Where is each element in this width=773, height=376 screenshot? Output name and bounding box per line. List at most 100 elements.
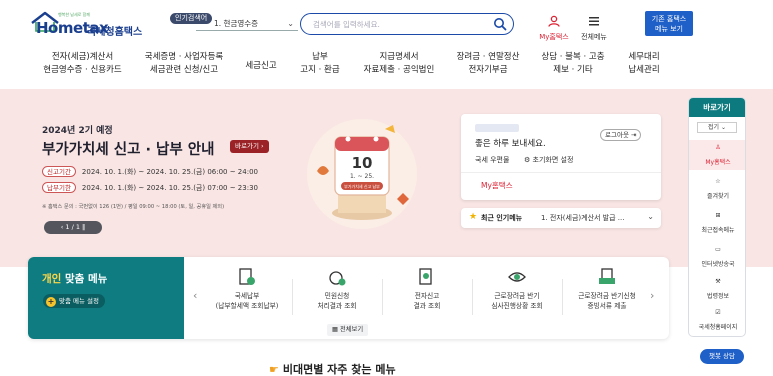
logo-suffix: 국세청홈택스 (87, 27, 143, 38)
section-title-text: 비대면별 자주 찾는 메뉴 (282, 363, 396, 376)
service-sublabel: 처리결과 조회 (317, 302, 357, 310)
hot-menu-label: 최근 인기메뉴 (481, 214, 523, 222)
gnb-sublabel: 전자기부금 (468, 65, 508, 75)
calendar-illustration: 10 1. ~ 25. 부가가치세 신고 납부 (307, 119, 417, 229)
quick-item-label: 국세청홈페이지 (698, 324, 738, 331)
personal-menu-setting-label: 맞춤 메뉴 설정 (59, 297, 100, 305)
hot-menu-item[interactable]: 1. 전자(세금)계산서 발급 ... (541, 213, 624, 223)
hero-kicker: 2024년 2기 예정 (42, 126, 113, 136)
calendar-range: 1. ~ 25. (350, 173, 374, 180)
init-setting-label: 초기화면 설정 (532, 156, 574, 164)
gnb-sublabel: 납세관리 (628, 65, 660, 75)
handshake-icon (508, 272, 526, 282)
my-hometax-label: My홈택스 (539, 33, 569, 41)
logo-tagline: 행복한 납세로 함께 (58, 12, 90, 17)
plus-icon: + (46, 297, 56, 307)
quick-item-label: 최근접속메뉴 (701, 227, 735, 234)
quick-item-nts-homepage[interactable]: ☑ 국세청홈페이지 (689, 309, 745, 331)
quick-item-label: 인터넷방송국 (701, 261, 735, 268)
view-all-label: 전체보기 (339, 326, 364, 333)
old-hometax-button[interactable]: 기존 홈택스 메뉴 보기 (645, 11, 693, 36)
service-incentive-docs[interactable]: 근로장려금 반기신청 증빙서류 제출 (562, 267, 652, 327)
gnb-label: 전자(세금)계산서 (51, 52, 114, 62)
e-filing-icon (419, 268, 432, 285)
period-chip: 신고기간 (42, 166, 76, 177)
service-label: 근로장려금 반기 (494, 292, 540, 300)
init-setting-link[interactable]: ⚙ 초기화면 설정 (524, 155, 573, 165)
search-icon[interactable] (493, 17, 507, 31)
section-title: ☛ 비대면별 자주 찾는 메뉴 (269, 361, 396, 376)
personal-menu: 개인 맞춤 메뉴 + 맞춤 메뉴 설정 ‹ 국세납부 (납부할세액 조회납부) 민… (28, 257, 669, 339)
service-tax-payment[interactable]: 국세납부 (납부할세액 조회납부) (202, 267, 292, 327)
search-input[interactable] (313, 17, 483, 31)
quick-item-favorites[interactable]: ☆ 즐겨찾기 (689, 178, 745, 200)
logout-button[interactable]: 로그아웃 ⇥ (600, 129, 642, 141)
search-box (300, 13, 514, 35)
grid-icon: ▦ (332, 326, 338, 333)
gnb-label: 세무대리 (628, 52, 660, 62)
quick-item-law[interactable]: ⚒ 법령정보 (689, 278, 745, 300)
quick-links-title: 바로가기 (689, 98, 745, 117)
gnb-label: 납부 (312, 52, 328, 62)
login-my-hometax-link[interactable]: My홈택스 (481, 180, 513, 191)
chevron-down-icon: ⌄ (287, 19, 294, 28)
service-label: 전자신고 (414, 292, 440, 300)
hometax-logo[interactable]: 행복한 납세로 함께 Hometax 국세청홈택스 (30, 9, 143, 38)
view-all-button[interactable]: ▦ 전체보기 (327, 324, 369, 336)
period-text: 2024. 10. 1.(화) ~ 2024. 10. 25.(금) 06:00… (81, 168, 258, 176)
next-arrow-icon[interactable]: › (650, 289, 654, 302)
hero-go-button[interactable]: 바로가기 › (230, 140, 269, 153)
hero-go-label: 바로가기 (235, 142, 259, 150)
quick-fold-button[interactable]: 접기 ⌄ (697, 122, 737, 133)
service-incentive-status[interactable]: 근로장려금 반기 심사진행상황 조회 (472, 267, 562, 327)
popular-search-select[interactable]: 1. 현금영수증 ⌄ (196, 16, 298, 31)
gnb-item-certificate[interactable]: 국세증명 · 사업자등록세금관련 신청/신고 (134, 51, 234, 87)
old-hometax-line2: 메뉴 보기 (655, 24, 683, 33)
all-menu-button[interactable]: 전체메뉴 (578, 12, 610, 41)
quick-item-my-hometax[interactable]: ♙ My홈택스 (689, 140, 745, 170)
gnb-item-incentive[interactable]: 장려금 · 연말정산 전자기부금 (447, 51, 529, 87)
gnb-sublabel: 세금관련 신청/신고 (149, 65, 219, 75)
pointing-hand-icon: ☛ (269, 363, 279, 376)
service-civil-request[interactable]: 민원신청 처리결과 조회 (292, 267, 382, 327)
tax-mailbox-link[interactable]: 국세 우편물 (475, 155, 509, 165)
greeting: 좋은 하루 보내세요. (475, 139, 546, 149)
chevron-down-icon: ⌄ (647, 212, 654, 221)
gnb-item-tax-return[interactable]: 세금신고 (237, 51, 285, 87)
hamburger-icon (589, 17, 599, 26)
gnb-label: 상담 · 불복 · 고충 (541, 52, 605, 62)
hero-period-row: 신고기간 2024. 10. 1.(화) ~ 2024. 10. 25.(금) 0… (42, 166, 258, 177)
hero-deadline-row: 납부기한 2024. 10. 1.(화) ~ 2024. 10. 25.(금) 0… (42, 182, 258, 193)
hot-menu-bar[interactable]: ★ 최근 인기메뉴 1. 전자(세금)계산서 발급 ... ⌄ (461, 208, 661, 228)
personal-menu-title-strong: 개인 (42, 273, 62, 285)
quick-item-label: My홈택스 (705, 159, 731, 166)
payment-doc-icon (239, 268, 255, 285)
login-card: 좋은 하루 보내세요. 로그아웃 ⇥ 국세 우편물 ⚙ 초기화면 설정 My홈택… (461, 114, 661, 200)
my-hometax-button[interactable]: My홈택스 (537, 12, 571, 41)
calendar-day: 10 (352, 154, 373, 172)
personal-menu-setting-button[interactable]: + 맞춤 메뉴 설정 (43, 294, 106, 308)
gnb-item-tax-agent[interactable]: 세무대리납세관리 (618, 51, 670, 87)
chatbot-button[interactable]: 챗봇 상담 (700, 349, 744, 364)
gnb-item-payment[interactable]: 납부 고지 · 환급 (290, 51, 350, 87)
service-sublabel: (납부할세액 조회납부) (215, 302, 279, 310)
all-menu-label: 전체메뉴 (581, 33, 607, 41)
recent-icon: ⊞ (715, 212, 721, 219)
gnb-label: 세금신고 (245, 61, 277, 71)
quick-item-broadcast[interactable]: ▭ 인터넷방송국 (689, 246, 745, 268)
deadline-text: 2024. 10. 1.(화) ~ 2024. 10. 25.(금) 07:00… (81, 184, 258, 192)
hero-title: 부가가치세 신고 · 납부 안내 (42, 142, 215, 158)
service-e-filing[interactable]: 전자신고 결과 조회 (382, 267, 472, 327)
quick-fold-label: 접기 (708, 124, 720, 131)
gnb-sublabel: 자료제출 · 공익법인 (363, 65, 435, 75)
quick-item-recent[interactable]: ⊞ 최근접속메뉴 (689, 212, 745, 234)
gnb-label: 국세증명 · 사업자등록 (144, 52, 224, 62)
personal-menu-lead: 개인 맞춤 메뉴 + 맞춤 메뉴 설정 (28, 257, 184, 339)
quick-links-panel: 바로가기 접기 ⌄ ♙ My홈택스 ☆ 즐겨찾기 ⊞ 최근접속메뉴 ▭ 인터넷방송국 ⚒… (688, 97, 746, 337)
gnb-item-consult[interactable]: 상담 · 불복 · 고충 제보 · 기타 (533, 51, 613, 87)
prev-arrow-icon[interactable]: ‹ (193, 289, 197, 302)
service-sublabel: 심사진행상황 조회 (491, 302, 543, 310)
gnb-item-statements[interactable]: 지급명세서 자료제출 · 공익법인 (355, 51, 443, 87)
gnb-item-e-invoice[interactable]: 전자(세금)계산서 현금영수증 · 신용카드 (35, 51, 130, 87)
hero-pager[interactable]: ‹ 1 / 1 ‖ (44, 221, 102, 234)
